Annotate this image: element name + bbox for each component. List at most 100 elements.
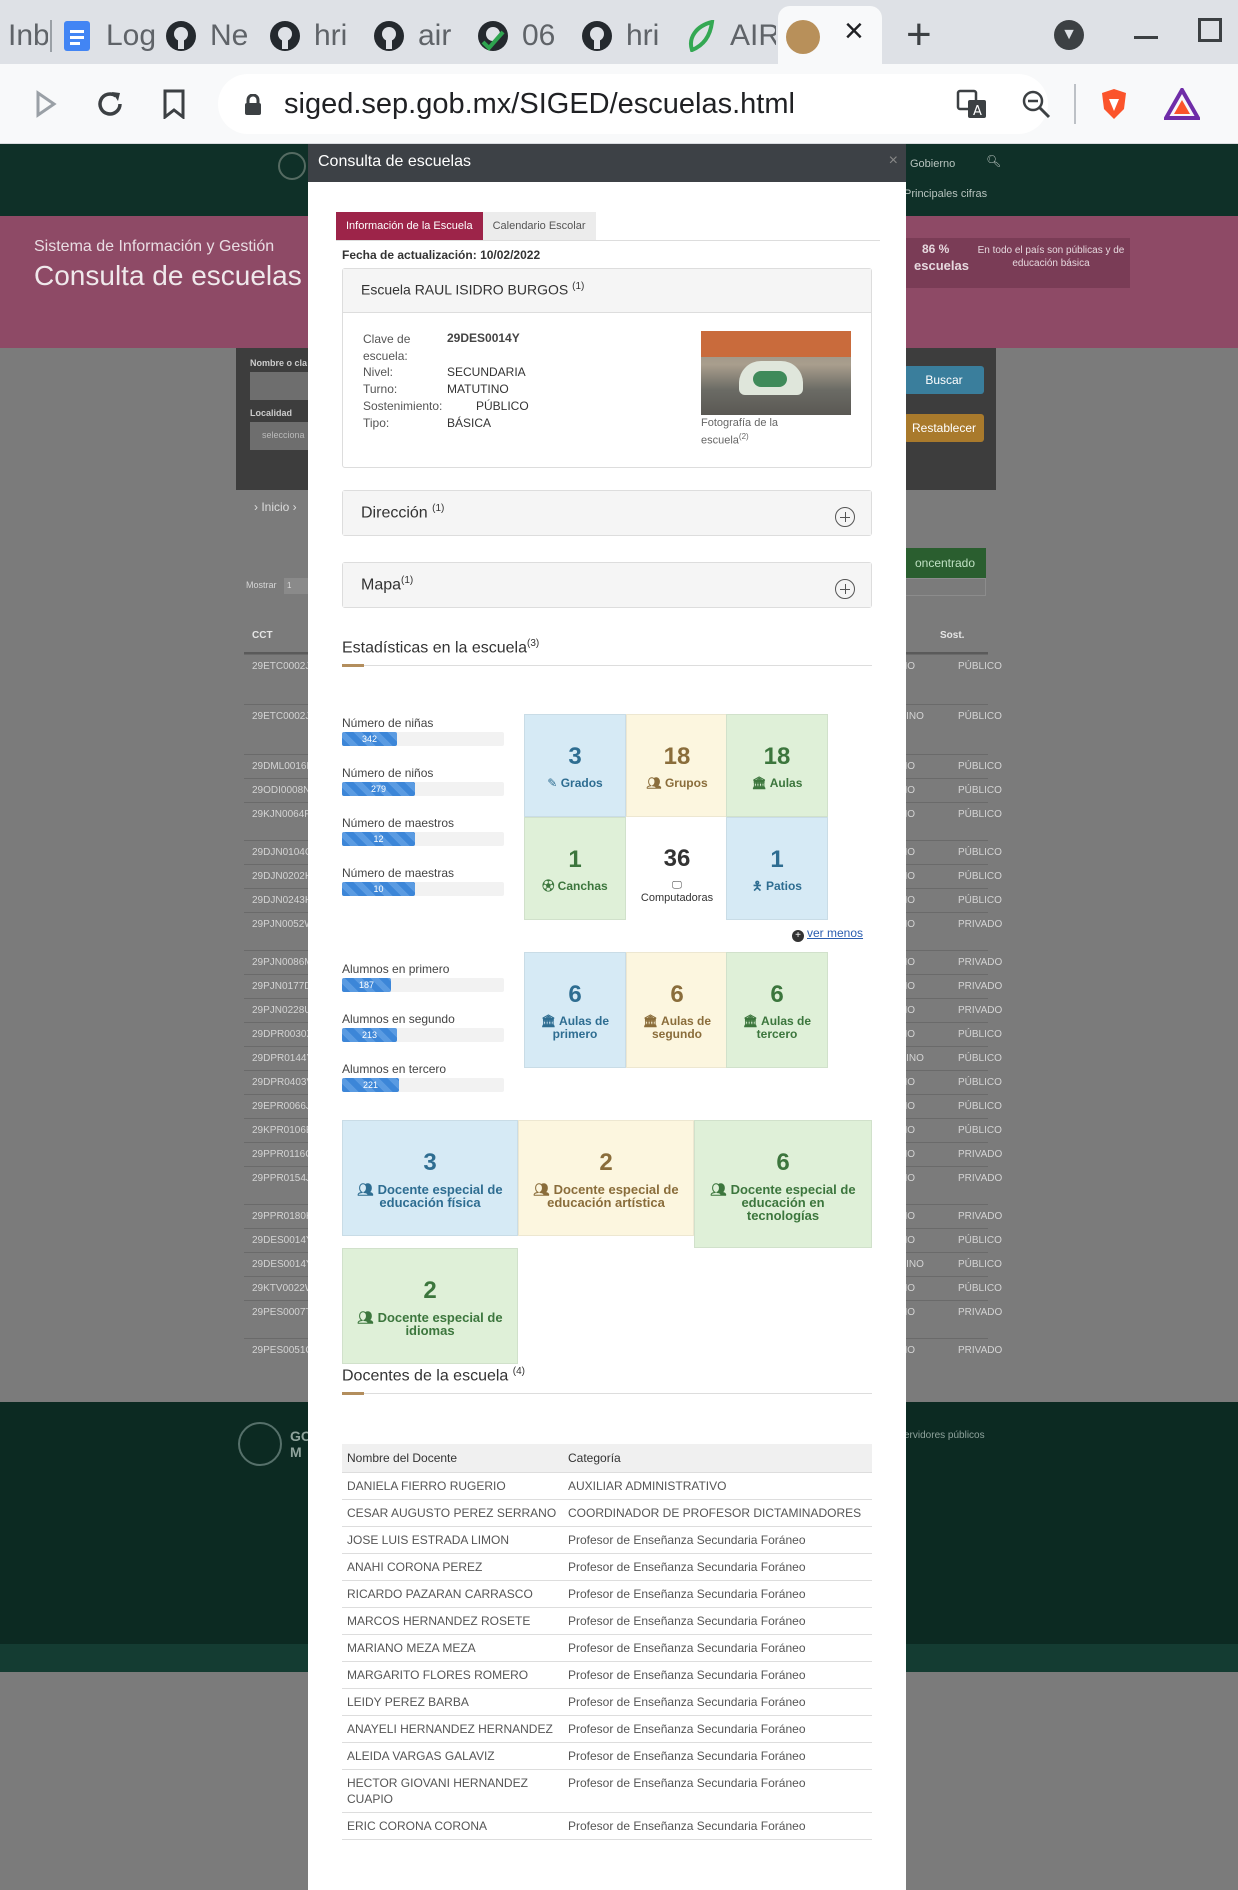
cct-cell[interactable]: 29DPR0144Y xyxy=(252,1053,313,1064)
search-icon[interactable]: 🔍︎ xyxy=(986,154,1001,168)
tab-search-icon[interactable]: ▼ xyxy=(1054,20,1084,50)
cct-cell[interactable]: 29PJN0052W xyxy=(252,919,314,930)
gob-footer-seal-icon xyxy=(238,1422,282,1466)
footer-link[interactable]: ervidores públicos xyxy=(904,1430,985,1441)
search-input[interactable] xyxy=(250,372,310,400)
cct-cell[interactable]: 29DJN0243H xyxy=(252,895,312,906)
cct-cell[interactable]: 29PPR0154J xyxy=(252,1173,311,1184)
minimize-icon[interactable] xyxy=(1134,36,1158,39)
cct-cell[interactable]: 29ODI0008N xyxy=(252,785,310,796)
cct-cell[interactable]: 29DJN0104G xyxy=(252,847,313,858)
tab-github-1[interactable]: Ne xyxy=(156,8,260,64)
header-link-gobierno[interactable]: Gobierno xyxy=(910,158,955,170)
expand-plus-icon[interactable] xyxy=(835,507,855,527)
brave-shield-icon[interactable] xyxy=(1094,84,1134,124)
maximize-icon[interactable] xyxy=(1198,18,1222,42)
docentes-table-body: DANIELA FIERRO RUGERIO AUXILIAR ADMINISTR… xyxy=(342,1472,872,1840)
cct-cell[interactable]: 29PPR0180H xyxy=(252,1211,313,1222)
locality-select[interactable]: selecciona xyxy=(250,422,310,450)
cct-cell[interactable]: 29PPR0116G xyxy=(252,1149,313,1160)
forward-icon[interactable] xyxy=(26,84,66,124)
ver-menos-text[interactable]: ver menos xyxy=(807,926,863,940)
cct-cell[interactable]: 29ETC0002J xyxy=(252,661,310,672)
brave-rewards-icon[interactable] xyxy=(1162,84,1202,124)
tab-github-3[interactable]: air xyxy=(364,8,468,64)
cct-cell[interactable]: 29KJN0064F xyxy=(252,809,310,820)
mapa-panel[interactable]: Mapa(1) xyxy=(342,562,872,608)
filter-input[interactable] xyxy=(904,578,986,596)
tab-github-2[interactable]: hri xyxy=(260,8,364,64)
direccion-panel[interactable]: Dirección (1) xyxy=(342,490,872,536)
school-modal: Consulta de escuelas × Información de la… xyxy=(308,144,906,1890)
tab-github-4[interactable]: hri xyxy=(572,8,676,64)
cct-cell[interactable]: 29ETC0002J xyxy=(252,711,310,722)
sost-cell: PÚBLICO xyxy=(958,1235,1002,1246)
section-rule xyxy=(342,665,872,666)
tab-gmail[interactable]: Inb xyxy=(0,8,48,64)
table-row: RICARDO PAZARAN CARRASCO Profesor de Ense… xyxy=(342,1580,872,1608)
buscar-button[interactable]: Buscar xyxy=(904,366,984,394)
col-nombre[interactable]: Nombre del Docente xyxy=(342,1444,563,1473)
docente-category: Profesor de Enseñanza Secundaria Foráneo xyxy=(563,1812,872,1840)
mostrar-select[interactable]: 1 xyxy=(284,578,308,594)
search-label-locality: Localidad xyxy=(250,408,293,418)
tab-calendario[interactable]: Calendario Escolar xyxy=(482,212,596,240)
bookmark-icon[interactable] xyxy=(154,84,194,124)
cct-cell[interactable]: 29PJN0177D xyxy=(252,981,311,992)
tab-active[interactable]: × xyxy=(778,6,882,64)
tab-informacion[interactable]: Información de la Escuela xyxy=(336,212,483,240)
cct-cell[interactable]: 29KTV0022W xyxy=(252,1283,314,1294)
cct-cell[interactable]: 29KPR0106E xyxy=(252,1125,313,1136)
footer-logo-text: GO M xyxy=(290,1428,310,1460)
cct-cell[interactable]: 29PES0051G xyxy=(252,1345,313,1356)
restablecer-button[interactable]: Restablecer xyxy=(904,414,984,442)
expand-plus-icon[interactable] xyxy=(835,579,855,599)
soccer-ball-icon: ⚽︎ xyxy=(542,879,555,893)
concentrado-button[interactable]: oncentrado xyxy=(904,548,986,578)
docente-category: Profesor de Enseñanza Secundaria Foráneo xyxy=(563,1634,872,1662)
section-rule xyxy=(342,1393,872,1394)
close-tab-icon[interactable]: × xyxy=(844,12,864,51)
tile-canchas-value: 1 xyxy=(568,846,582,873)
ver-menos-link[interactable]: + ver menos xyxy=(792,926,863,942)
col-cct[interactable]: CCT xyxy=(252,630,273,641)
tile-aulas-primero-label: 🏛︎ Aulas de primero xyxy=(525,1015,625,1041)
address-bar[interactable]: siged.sep.gob.mx/SIGED/escuelas.html xyxy=(218,74,1048,134)
col-categoria[interactable]: Categoría xyxy=(563,1444,872,1473)
cct-cell[interactable]: 29EPR0066J xyxy=(252,1101,311,1112)
cct-cell[interactable]: 29DES0014Y xyxy=(252,1259,313,1270)
cct-cell[interactable]: 29DPR0030X xyxy=(252,1029,313,1040)
tile-docente-idiomas-text: Docente especial de idiomas xyxy=(377,1310,503,1338)
tab-github-check[interactable]: 06 xyxy=(468,8,572,64)
tab-air[interactable]: AIR xyxy=(676,8,776,64)
close-icon[interactable]: × xyxy=(889,152,898,170)
new-tab-button[interactable]: + xyxy=(906,10,932,60)
col-sost[interactable]: Sost. xyxy=(940,630,964,641)
cct-cell[interactable]: 29PJN0228U xyxy=(252,1005,311,1016)
cct-cell[interactable]: 29PJN0086M xyxy=(252,957,313,968)
sost-cell: PÚBLICO xyxy=(958,895,1002,906)
zoom-out-icon[interactable] xyxy=(1016,84,1056,124)
cct-cell[interactable]: 29DES0014Y xyxy=(252,1235,313,1246)
url-text[interactable]: siged.sep.gob.mx/SIGED/escuelas.html xyxy=(284,88,795,121)
header-link-cifras[interactable]: Principales cifras xyxy=(904,188,987,200)
tab-google-docs[interactable]: Log xyxy=(52,8,156,64)
tile-aulas: 18 🏛︎ Aulas xyxy=(726,714,828,817)
progress-bar: 213 xyxy=(342,1028,504,1042)
direccion-header[interactable]: Dirección (1) xyxy=(343,491,871,535)
breadcrumb[interactable]: › Inicio › xyxy=(254,500,297,514)
translate-icon[interactable]: A xyxy=(952,84,992,124)
tile-docente-tecnologias-text: Docente especial de educación en tecnolo… xyxy=(730,1182,856,1223)
school-photo[interactable] xyxy=(701,331,851,415)
mapa-header[interactable]: Mapa(1) xyxy=(343,563,871,607)
cct-cell[interactable]: 29DPR0403V xyxy=(252,1077,313,1088)
table-row: ANAHI CORONA PEREZ Profesor de Enseñanza … xyxy=(342,1553,872,1581)
docente-category: Profesor de Enseñanza Secundaria Foráneo xyxy=(563,1661,872,1689)
cct-cell[interactable]: 29PES0007T xyxy=(252,1307,312,1318)
tile-canchas-label: ⚽︎ Canchas xyxy=(525,880,625,893)
lock-icon[interactable] xyxy=(244,94,262,116)
reload-icon[interactable] xyxy=(90,84,130,124)
tile-aulas-tercero-value: 6 xyxy=(770,981,784,1008)
cct-cell[interactable]: 29DML0016L xyxy=(252,761,312,772)
cct-cell[interactable]: 29DJN0202H xyxy=(252,871,312,882)
